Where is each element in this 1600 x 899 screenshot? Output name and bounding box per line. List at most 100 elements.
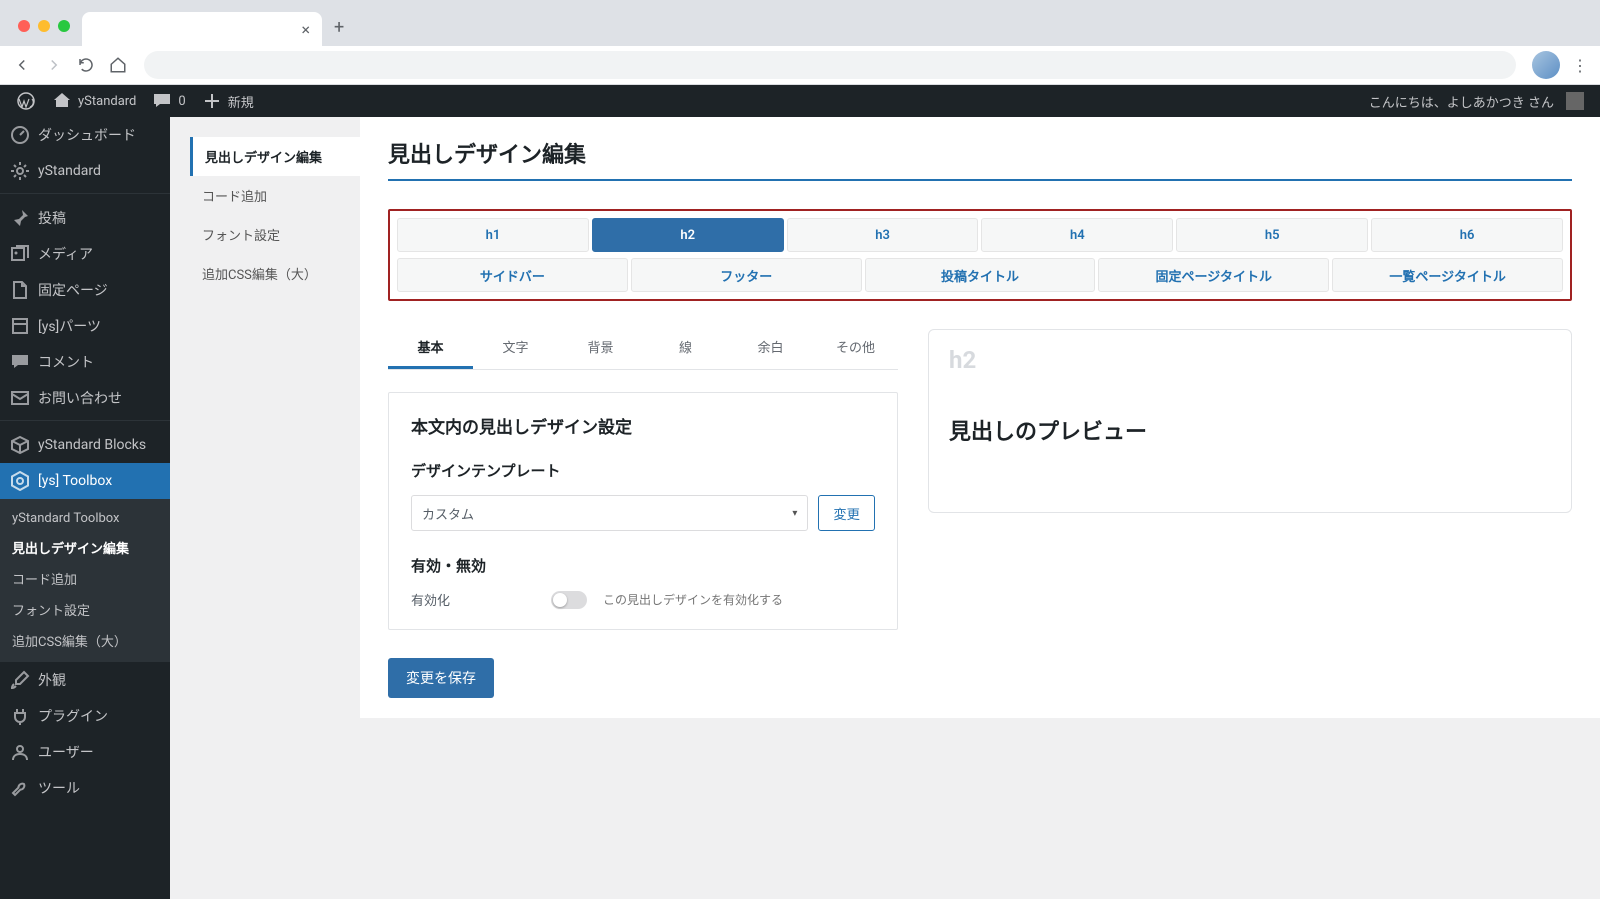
enable-label: 有効化 bbox=[411, 590, 551, 609]
selector-archive-title[interactable]: 一覧ページタイトル bbox=[1332, 258, 1563, 292]
subnav-item-heading-design[interactable]: 見出しデザイン編集 bbox=[190, 137, 361, 176]
window-close[interactable] bbox=[18, 20, 30, 32]
wordpress-icon bbox=[16, 91, 36, 111]
submenu-item-additional-css[interactable]: 追加CSS編集（大） bbox=[0, 625, 170, 656]
sidebar-item-dashboard[interactable]: ダッシュボード bbox=[0, 117, 170, 153]
subnav-item-additional-css[interactable]: 追加CSS編集（大） bbox=[190, 254, 360, 293]
submenu-item-heading-design[interactable]: 見出しデザイン編集 bbox=[0, 532, 170, 563]
page-title: 見出しデザイン編集 bbox=[388, 137, 1572, 181]
profile-avatar[interactable] bbox=[1532, 51, 1560, 79]
selector-h6[interactable]: h6 bbox=[1371, 218, 1563, 252]
browser-tab[interactable]: × bbox=[82, 12, 322, 46]
nav-forward-button[interactable] bbox=[40, 51, 68, 79]
template-heading: デザインテンプレート bbox=[411, 460, 875, 481]
preview-card: h2 見出しのプレビュー bbox=[928, 329, 1572, 513]
account-link[interactable]: こんにちは、よしあかつき さん bbox=[1361, 85, 1592, 117]
selector-footer[interactable]: フッター bbox=[631, 258, 862, 292]
selector-post-title[interactable]: 投稿タイトル bbox=[865, 258, 1096, 292]
tab-spacing[interactable]: 余白 bbox=[728, 329, 813, 369]
box-icon bbox=[10, 316, 30, 336]
user-icon bbox=[10, 742, 30, 762]
template-selected-value: カスタム bbox=[422, 504, 474, 523]
wp-sidebar: ダッシュボード yStandard 投稿 メディア 固定ページ [ys]パー bbox=[0, 117, 170, 899]
sidebar-item-label: プラグイン bbox=[38, 706, 108, 726]
site-home-link[interactable]: yStandard bbox=[44, 85, 144, 117]
save-button[interactable]: 変更を保存 bbox=[388, 658, 494, 698]
sidebar-item-tools[interactable]: ツール bbox=[0, 770, 170, 806]
nav-back-button[interactable] bbox=[8, 51, 36, 79]
sidebar-item-ys-parts[interactable]: [ys]パーツ bbox=[0, 308, 170, 344]
selector-h2[interactable]: h2 bbox=[592, 218, 784, 252]
tab-basic[interactable]: 基本 bbox=[388, 329, 473, 369]
subnav-item-font-settings[interactable]: フォント設定 bbox=[190, 215, 360, 254]
enable-heading: 有効・無効 bbox=[411, 555, 875, 576]
subnav-item-add-code[interactable]: コード追加 bbox=[190, 176, 360, 215]
selector-h4[interactable]: h4 bbox=[981, 218, 1173, 252]
url-bar[interactable] bbox=[144, 51, 1516, 79]
selector-h3[interactable]: h3 bbox=[787, 218, 979, 252]
sidebar-item-label: [ys] Toolbox bbox=[38, 473, 112, 489]
submenu-item-toolbox[interactable]: yStandard Toolbox bbox=[0, 505, 170, 532]
hexagon-icon bbox=[10, 471, 30, 491]
sidebar-item-appearance[interactable]: 外観 bbox=[0, 662, 170, 698]
preview-tag: h2 bbox=[949, 346, 1551, 374]
sidebar-item-users[interactable]: ユーザー bbox=[0, 734, 170, 770]
sidebar-item-pages[interactable]: 固定ページ bbox=[0, 272, 170, 308]
tab-text[interactable]: 文字 bbox=[473, 329, 558, 369]
browser-tab-bar: × + bbox=[0, 0, 1600, 46]
comment-icon bbox=[152, 91, 172, 111]
sidebar-item-ystandard[interactable]: yStandard bbox=[0, 153, 170, 189]
tab-background[interactable]: 背景 bbox=[558, 329, 643, 369]
mail-icon bbox=[10, 388, 30, 408]
wp-content: 見出しデザイン編集 コード追加 フォント設定 追加CSS編集（大） 見出しデザイ… bbox=[170, 117, 1600, 899]
sidebar-item-plugins[interactable]: プラグイン bbox=[0, 698, 170, 734]
sidebar-item-ystandard-blocks[interactable]: yStandard Blocks bbox=[0, 427, 170, 463]
submenu-item-font-settings[interactable]: フォント設定 bbox=[0, 594, 170, 625]
sidebar-item-comments[interactable]: コメント bbox=[0, 344, 170, 380]
sidebar-separator bbox=[0, 189, 170, 194]
change-template-button[interactable]: 変更 bbox=[818, 495, 875, 531]
enable-toggle[interactable] bbox=[551, 591, 587, 609]
window-controls bbox=[10, 20, 82, 46]
selector-sidebar[interactable]: サイドバー bbox=[397, 258, 628, 292]
window-maximize[interactable] bbox=[58, 20, 70, 32]
media-icon bbox=[10, 244, 30, 264]
sidebar-item-posts[interactable]: 投稿 bbox=[0, 200, 170, 236]
selector-page-title[interactable]: 固定ページタイトル bbox=[1098, 258, 1329, 292]
tab-border[interactable]: 線 bbox=[643, 329, 728, 369]
tab-close-icon[interactable]: × bbox=[301, 20, 310, 39]
wp-logo[interactable] bbox=[8, 85, 44, 117]
new-label: 新規 bbox=[228, 92, 254, 111]
site-name: yStandard bbox=[78, 94, 136, 109]
arrow-right-icon bbox=[45, 56, 63, 74]
home-outline-icon bbox=[109, 56, 127, 74]
comments-link[interactable]: 0 bbox=[144, 85, 193, 117]
nav-reload-button[interactable] bbox=[72, 51, 100, 79]
template-select[interactable]: カスタム ▾ bbox=[411, 495, 808, 531]
selector-h1[interactable]: h1 bbox=[397, 218, 589, 252]
comment-icon bbox=[10, 352, 30, 372]
browser-menu-button[interactable]: ⋮ bbox=[1568, 56, 1592, 75]
sidebar-separator bbox=[0, 416, 170, 421]
selector-h5[interactable]: h5 bbox=[1176, 218, 1368, 252]
nav-home-button[interactable] bbox=[104, 51, 132, 79]
submenu-item-add-code[interactable]: コード追加 bbox=[0, 563, 170, 594]
sidebar-item-contact[interactable]: お問い合わせ bbox=[0, 380, 170, 416]
sidebar-item-label: コメント bbox=[38, 352, 94, 372]
window-minimize[interactable] bbox=[38, 20, 50, 32]
sidebar-item-label: yStandard bbox=[38, 163, 101, 179]
new-tab-button[interactable]: + bbox=[322, 17, 356, 46]
settings-tabs: 基本 文字 背景 線 余白 その他 bbox=[388, 329, 898, 370]
sidebar-item-label: ダッシュボード bbox=[38, 125, 136, 145]
sidebar-item-label: 投稿 bbox=[38, 208, 66, 228]
sidebar-item-media[interactable]: メディア bbox=[0, 236, 170, 272]
new-content-link[interactable]: 新規 bbox=[194, 85, 262, 117]
sidebar-item-label: 固定ページ bbox=[38, 280, 108, 300]
sidebar-item-label: メディア bbox=[38, 244, 93, 264]
settings-subnav: 見出しデザイン編集 コード追加 フォント設定 追加CSS編集（大） bbox=[170, 117, 360, 718]
browser-nav-bar: ⋮ bbox=[0, 46, 1600, 85]
sidebar-item-ys-toolbox[interactable]: [ys] Toolbox bbox=[0, 463, 170, 499]
brush-icon bbox=[10, 670, 30, 690]
tab-other[interactable]: その他 bbox=[813, 329, 898, 369]
sidebar-item-label: yStandard Blocks bbox=[38, 437, 146, 453]
